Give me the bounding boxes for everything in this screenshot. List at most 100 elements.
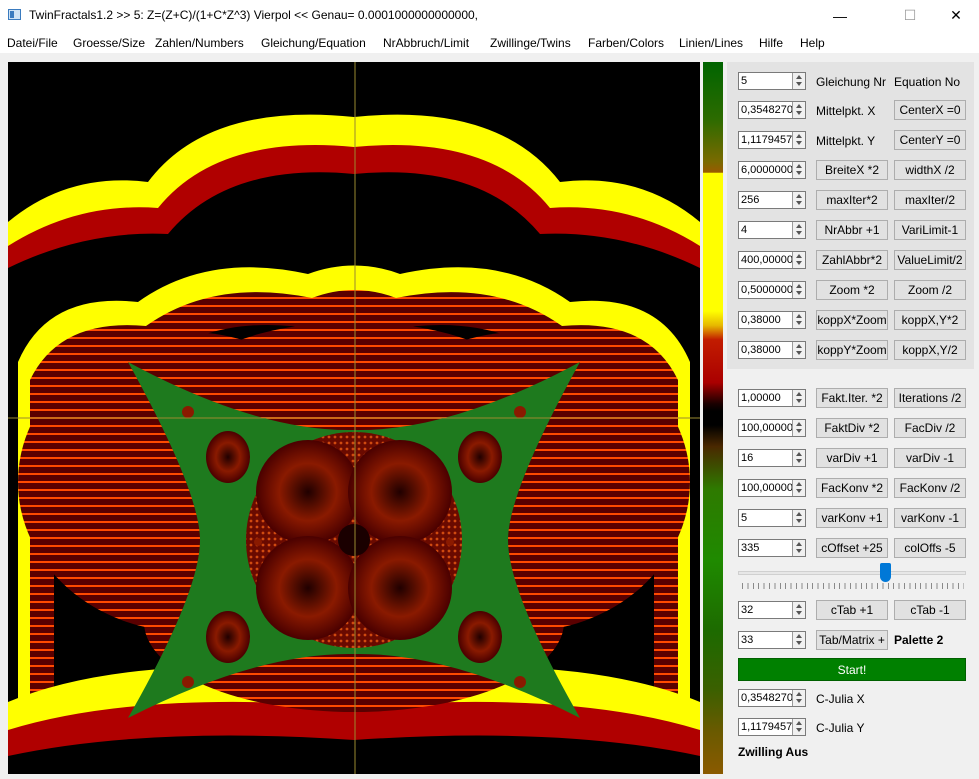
tab-matrix-spinner[interactable]: 33: [738, 631, 806, 649]
spinner-arrows[interactable]: [792, 602, 805, 618]
kopp-xy-half-button[interactable]: koppX,Y/2: [894, 340, 966, 360]
spinner-arrows[interactable]: [792, 222, 805, 238]
var-konv-plus-button[interactable]: varKonv +1: [816, 508, 888, 528]
maximize-button[interactable]: ☐: [887, 0, 933, 31]
zahl-abbr-double-button[interactable]: ZahlAbbr*2: [816, 250, 888, 270]
menu-groesse-size[interactable]: Groesse/Size: [73, 36, 145, 50]
c-offset-plus-button[interactable]: cOffset +25: [816, 538, 888, 558]
width-value[interactable]: 6,0000000: [741, 164, 793, 176]
iterations-half-button[interactable]: Iterations /2: [894, 388, 966, 408]
var-div-minus-button[interactable]: varDiv -1: [894, 448, 966, 468]
c-tab-minus-button[interactable]: cTab -1: [894, 600, 966, 620]
zoom-double-button[interactable]: Zoom *2: [816, 280, 888, 300]
center-y-spinner[interactable]: 1,1179457: [738, 131, 806, 149]
fakt-div-spinner[interactable]: 100,00000: [738, 419, 806, 437]
fakt-div-double-button[interactable]: FaktDiv *2: [816, 418, 888, 438]
spinner-arrows[interactable]: [792, 390, 805, 406]
max-iter-half-button[interactable]: maxIter/2: [894, 190, 966, 210]
center-y-reset-button[interactable]: CenterY =0: [894, 130, 966, 150]
spinner-arrows[interactable]: [792, 252, 805, 268]
center-x-reset-button[interactable]: CenterX =0: [894, 100, 966, 120]
color-offset-slider-track[interactable]: [738, 571, 966, 575]
spinner-arrows[interactable]: [792, 480, 805, 496]
spinner-arrows[interactable]: [792, 162, 805, 178]
zahl-abbr-value[interactable]: 400,00000: [741, 254, 793, 266]
value-limit-half-button[interactable]: ValueLimit/2: [894, 250, 966, 270]
var-div-spinner[interactable]: 16: [738, 449, 806, 467]
center-x-value[interactable]: 0,3548270: [741, 104, 793, 116]
c-julia-y-spinner[interactable]: 1,1179457: [738, 718, 806, 736]
width-spinner[interactable]: 6,0000000: [738, 161, 806, 179]
spinner-arrows[interactable]: [792, 632, 805, 648]
c-tab-value[interactable]: 32: [741, 604, 793, 616]
kopp-x-spinner[interactable]: 0,38000: [738, 311, 806, 329]
spinner-arrows[interactable]: [792, 73, 805, 89]
fac-konv-double-button[interactable]: FacKonv *2: [816, 478, 888, 498]
equation-number-spinner[interactable]: 5: [738, 72, 806, 90]
spinner-arrows[interactable]: [792, 690, 805, 706]
menu-help[interactable]: Help: [800, 36, 825, 50]
fac-konv-value[interactable]: 100,00000: [741, 482, 793, 494]
fakt-iter-spinner[interactable]: 1,00000: [738, 389, 806, 407]
nr-abbr-spinner[interactable]: 4: [738, 221, 806, 239]
center-y-value[interactable]: 1,1179457: [741, 134, 793, 146]
menu-linien-lines[interactable]: Linien/Lines: [679, 36, 743, 50]
spinner-arrows[interactable]: [792, 342, 805, 358]
spinner-arrows[interactable]: [792, 312, 805, 328]
tab-matrix-plus-button[interactable]: Tab/Matrix +: [816, 630, 888, 650]
var-konv-minus-button[interactable]: varKonv -1: [894, 508, 966, 528]
menu-hilfe[interactable]: Hilfe: [759, 36, 783, 50]
fakt-div-value[interactable]: 100,00000: [741, 422, 793, 434]
var-div-value[interactable]: 16: [741, 452, 793, 464]
c-tab-spinner[interactable]: 32: [738, 601, 806, 619]
fac-div-half-button[interactable]: FacDiv /2: [894, 418, 966, 438]
spinner-arrows[interactable]: [792, 132, 805, 148]
max-iter-double-button[interactable]: maxIter*2: [816, 190, 888, 210]
fakt-iter-value[interactable]: 1,00000: [741, 392, 793, 404]
spinner-arrows[interactable]: [792, 450, 805, 466]
menu-zahlen-numbers[interactable]: Zahlen/Numbers: [155, 36, 244, 50]
c-julia-x-value[interactable]: 0,3548270: [741, 692, 793, 704]
c-julia-x-spinner[interactable]: 0,3548270: [738, 689, 806, 707]
spinner-arrows[interactable]: [792, 282, 805, 298]
menu-nrabbruch-limit[interactable]: NrAbbruch/Limit: [383, 36, 469, 50]
start-button[interactable]: Start!: [738, 658, 966, 681]
zoom-value[interactable]: 0,5000000: [741, 284, 793, 296]
menu-zwillinge-twins[interactable]: Zwillinge/Twins: [490, 36, 571, 50]
fac-konv-half-button[interactable]: FacKonv /2: [894, 478, 966, 498]
c-offset-value[interactable]: 335: [741, 542, 793, 554]
minimize-button[interactable]: —: [817, 0, 863, 31]
vari-limit-minus-button[interactable]: VariLimit-1: [894, 220, 966, 240]
zoom-half-button[interactable]: Zoom /2: [894, 280, 966, 300]
zoom-spinner[interactable]: 0,5000000: [738, 281, 806, 299]
c-julia-y-value[interactable]: 1,1179457: [741, 721, 793, 733]
max-iter-value[interactable]: 256: [741, 194, 793, 206]
kopp-y-spinner[interactable]: 0,38000: [738, 341, 806, 359]
max-iter-spinner[interactable]: 256: [738, 191, 806, 209]
spinner-arrows[interactable]: [792, 420, 805, 436]
kopp-xy-double-button[interactable]: koppX,Y*2: [894, 310, 966, 330]
close-button[interactable]: ✕: [933, 0, 979, 31]
nr-abbr-value[interactable]: 4: [741, 224, 793, 236]
zahl-abbr-spinner[interactable]: 400,00000: [738, 251, 806, 269]
spinner-arrows[interactable]: [792, 192, 805, 208]
spinner-arrows[interactable]: [792, 540, 805, 556]
color-offset-slider-thumb[interactable]: [880, 563, 891, 582]
var-konv-spinner[interactable]: 5: [738, 509, 806, 527]
tab-matrix-value[interactable]: 33: [741, 634, 793, 646]
menu-datei-file[interactable]: Datei/File: [7, 36, 58, 50]
menu-gleichung-equation[interactable]: Gleichung/Equation: [261, 36, 366, 50]
spinner-arrows[interactable]: [792, 719, 805, 735]
kopp-x-zoom-button[interactable]: koppX*Zoom: [816, 310, 888, 330]
spinner-arrows[interactable]: [792, 102, 805, 118]
breite-x-double-button[interactable]: BreiteX *2: [816, 160, 888, 180]
menu-farben-colors[interactable]: Farben/Colors: [588, 36, 664, 50]
c-offset-spinner[interactable]: 335: [738, 539, 806, 557]
kopp-x-value[interactable]: 0,38000: [741, 314, 793, 326]
fakt-iter-double-button[interactable]: Fakt.Iter. *2: [816, 388, 888, 408]
equation-number-value[interactable]: 5: [741, 75, 793, 87]
fac-konv-spinner[interactable]: 100,00000: [738, 479, 806, 497]
col-offs-minus-button[interactable]: colOffs -5: [894, 538, 966, 558]
width-x-half-button[interactable]: widthX /2: [894, 160, 966, 180]
fractal-canvas[interactable]: [8, 62, 700, 774]
